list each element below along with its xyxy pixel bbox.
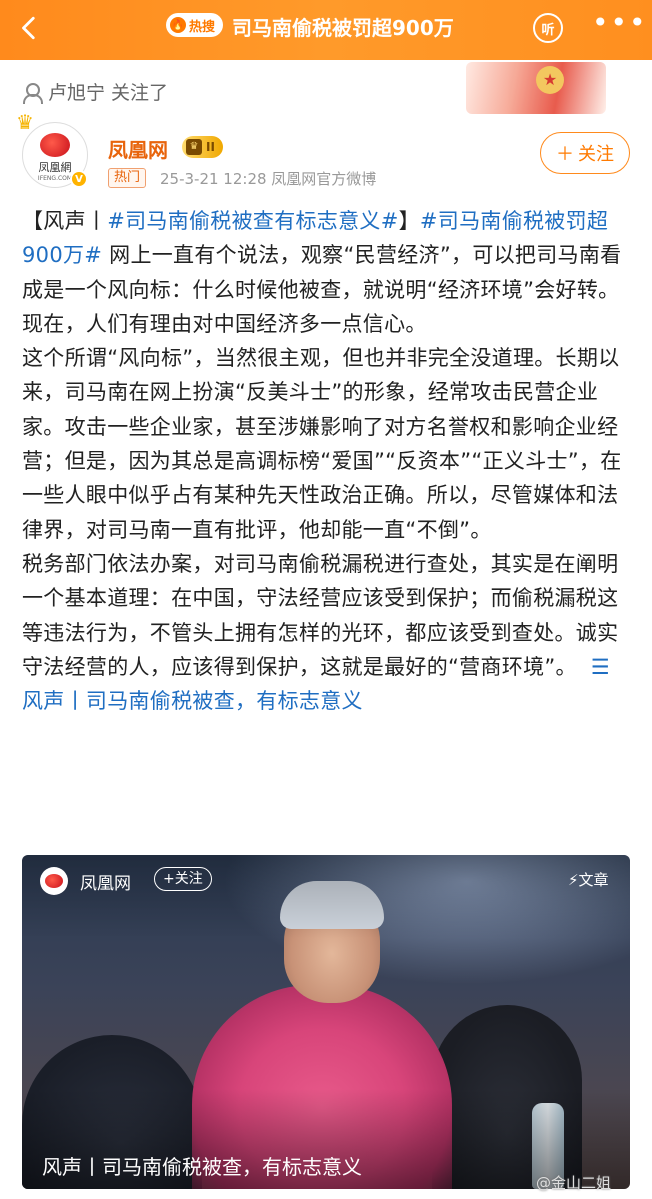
avatar-logo-en: IFENG.COM — [37, 174, 73, 182]
hot-tag: 热门 — [108, 168, 147, 188]
post-bracket: 】 — [398, 209, 420, 233]
follow-label: 关注 — [578, 144, 614, 165]
article-source[interactable]: 凤凰网 — [80, 869, 131, 894]
post-paragraph: 税务部门依法办案，对司马南偷税漏税进行查处，其实是在阐明一个基本道理：在中国，守… — [22, 547, 630, 718]
plus-icon: ＋ — [556, 144, 574, 165]
emblem-icon: ★ — [536, 66, 564, 94]
post-meta: 25-3-21 12:28 凤凰网官方微博 — [160, 170, 377, 188]
person-icon — [22, 82, 43, 104]
vip-badge[interactable]: ♛ II — [182, 136, 223, 158]
watermark: @金山二姐 — [536, 1174, 612, 1192]
verified-icon: V — [70, 170, 88, 188]
followed-notice-text: 卢旭宁 关注了 — [48, 82, 169, 104]
article-image-shade — [22, 855, 630, 1189]
listen-button[interactable]: 听 — [528, 8, 568, 48]
author-name[interactable]: 凤凰网 — [108, 134, 168, 163]
top-bar: 🔥 热搜 司马南偷税被罚超900万 听 ••• — [0, 0, 652, 60]
article-title[interactable]: 风声丨司马南偷税被查，有标志意义 — [42, 1151, 362, 1180]
source-logo-icon — [40, 867, 68, 895]
crown-badge-icon: ♛ — [186, 139, 202, 155]
follow-button[interactable]: ＋ 关注 — [540, 132, 630, 174]
topic-link[interactable]: #司马南偷税被查有标志意义# — [107, 209, 398, 233]
post-text: 网上一直有个说法，观察“民营经济”，可以把司马南看成是一个风向标：什么时候他被查… — [22, 243, 622, 336]
decoration-banner: ★ — [466, 62, 606, 114]
post-body: 【风声丨#司马南偷税被查有标志意义#】#司马南偷税被罚超900万# 网上一直有个… — [22, 204, 630, 718]
page-title: 司马南偷税被罚超900万 — [232, 16, 454, 40]
article-follow-button[interactable]: +关注 — [154, 867, 212, 891]
followed-notice: 卢旭宁 关注了 — [22, 78, 168, 105]
vip-level: II — [206, 140, 215, 154]
back-button[interactable] — [10, 8, 50, 48]
post-text: 税务部门依法办案，对司马南偷税漏税进行查处，其实是在阐明一个基本道理：在中国，守… — [22, 551, 619, 679]
more-options-button[interactable]: ••• — [592, 9, 646, 42]
post-paragraph: 这个所谓“风向标”，当然很主观，但也并非完全没道理。长期以来，司马南在网上扮演“… — [22, 346, 622, 542]
headphone-icon: 听 — [533, 13, 563, 43]
chevron-left-icon — [22, 16, 35, 40]
hot-search-label: 热搜 — [189, 19, 216, 35]
hot-search-badge: 🔥 热搜 — [166, 13, 224, 37]
post-prefix: 【风声丨 — [22, 209, 108, 233]
post-paragraph: 【风声丨#司马南偷税被查有标志意义#】#司马南偷税被罚超900万# 网上一直有个… — [22, 204, 630, 341]
flame-icon: 🔥 — [170, 17, 186, 33]
phoenix-logo-icon — [40, 132, 70, 157]
article-link-icon: ☰ — [590, 654, 610, 679]
avatar-logo-text: 凤凰網 — [38, 160, 72, 174]
article-card[interactable]: 凤凰网 +关注 ⚡文章 风声丨司马南偷税被查，有标志意义 — [22, 855, 630, 1189]
article-type-label: ⚡文章 — [568, 871, 609, 889]
article-link-text: 风声丨司马南偷税被查，有标志意义 — [22, 689, 363, 714]
